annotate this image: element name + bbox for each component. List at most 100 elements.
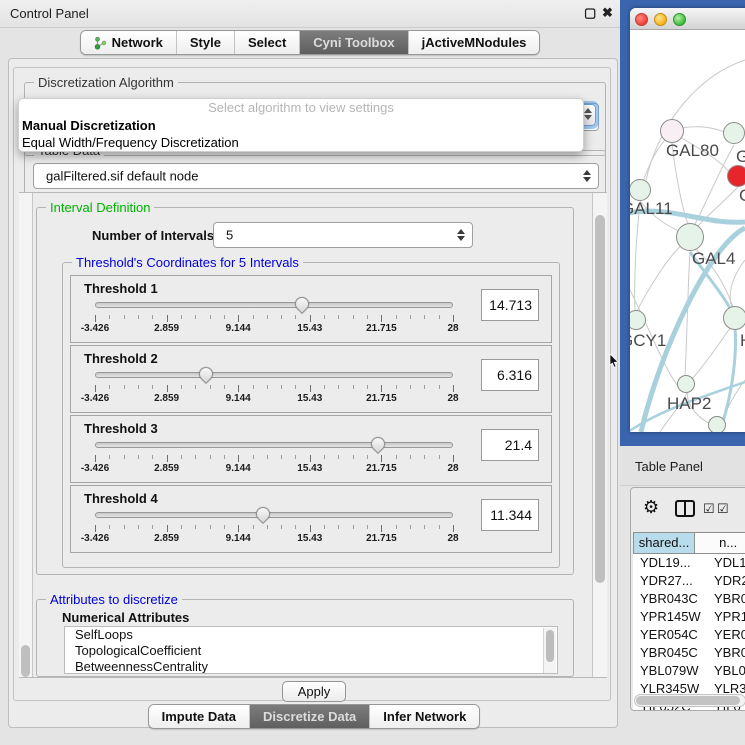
table-horizontal-scrollbar[interactable]: [634, 694, 745, 707]
split-table-icon[interactable]: [675, 500, 695, 517]
threshold-slider[interactable]: -3.4262.8599.14415.4321.71528: [95, 440, 453, 476]
tab-infer-network[interactable]: Infer Network: [370, 705, 479, 728]
node-label: GA: [736, 147, 745, 167]
tab-jactivemnodules[interactable]: jActiveMNodules: [409, 31, 540, 54]
network-node[interactable]: [723, 306, 745, 330]
slider-thumb[interactable]: [292, 294, 312, 314]
numerical-attributes-list[interactable]: SelfLoopsTopologicalCoefficientBetweenne…: [64, 626, 558, 674]
close-traffic-light-icon[interactable]: [635, 13, 648, 26]
threshold-slider[interactable]: -3.4262.8599.14415.4321.71528: [95, 370, 453, 406]
table-data-value: galFiltered.sif default node: [46, 169, 198, 184]
tick-label: -3.426: [81, 323, 109, 334]
tab-select[interactable]: Select: [235, 31, 300, 54]
table-row[interactable]: YER054CYER0: [633, 626, 745, 644]
left-scrollbar-thumb[interactable]: [21, 645, 30, 677]
list-item[interactable]: TopologicalCoefficient: [65, 643, 557, 659]
slider-thumb[interactable]: [253, 504, 273, 524]
table-rows: YDL19...YDL1YDR27...YDR2YBR043CYBR0YPR14…: [633, 554, 745, 710]
network-node[interactable]: [723, 122, 745, 144]
network-node[interactable]: [660, 119, 684, 143]
cell-shared-name: YDR27...: [633, 572, 708, 590]
tick-label: 9.144: [226, 323, 251, 334]
right-scrollbar-thumb[interactable]: [595, 215, 605, 583]
tab-label: Style: [190, 35, 221, 50]
threshold-value-field[interactable]: 14.713: [481, 289, 539, 321]
table-row[interactable]: YBR045CYBR0: [633, 644, 745, 662]
tab-network[interactable]: Network: [81, 31, 177, 54]
dropdown-hint: Select algorithm to view settings: [19, 99, 583, 117]
tab-impute-data[interactable]: Impute Data: [149, 705, 250, 728]
table-horizontal-scrollbar-thumb[interactable]: [636, 696, 740, 705]
column-header-shared-name[interactable]: shared...: [633, 532, 695, 554]
column-header-name[interactable]: n...: [695, 532, 745, 554]
cell-shared-name: YBR045C: [633, 644, 708, 662]
control-panel-body: Discretization Algorithm Select algorith…: [8, 58, 618, 728]
column-checkbox-icon[interactable]: ☑: [703, 501, 715, 517]
network-node[interactable]: [676, 223, 704, 251]
slider-track: [95, 442, 453, 448]
list-item[interactable]: SelfLoops: [65, 627, 557, 643]
threshold-panel-1: Threshold 1-3.4262.8599.14415.4321.71528…: [70, 275, 552, 343]
threshold-value-field[interactable]: 21.4: [481, 429, 539, 461]
table-row[interactable]: YDL19...YDL1: [633, 554, 745, 572]
float-window-icon[interactable]: ▢: [584, 5, 596, 21]
list-scrollbar[interactable]: [543, 628, 556, 674]
threshold-value-field[interactable]: 6.316: [481, 359, 539, 391]
table-row[interactable]: YPR145WYPR1: [633, 608, 745, 626]
table-row[interactable]: YBL079WYBL0: [633, 662, 745, 680]
network-canvas[interactable]: GAL80GACGAL11GAL4GCY1HHAP2: [630, 30, 745, 432]
tab-style[interactable]: Style: [177, 31, 235, 54]
tick-label: 28: [447, 533, 458, 544]
number-of-intervals-spinner[interactable]: 5: [213, 222, 473, 248]
screen: Control Panel ▢ ✖ Network Style SelectCyni…: [0, 0, 745, 745]
table-row[interactable]: YBR043CYBR0: [633, 590, 745, 608]
network-node[interactable]: [630, 179, 651, 201]
column-checkbox-icon[interactable]: ☑: [717, 501, 729, 517]
table-header-row: shared... n...: [633, 532, 745, 554]
table-panel: ⚙ ☑ ☑ shared... n... YDL19...YDL1YDR27..…: [630, 487, 745, 711]
minimize-traffic-light-icon[interactable]: [654, 13, 667, 26]
spinner-down-icon: [584, 115, 592, 120]
threshold-value-field[interactable]: 11.344: [481, 499, 539, 531]
slider-ticks: -3.4262.8599.14415.4321.71528: [95, 523, 453, 545]
close-icon[interactable]: ✖: [602, 5, 613, 21]
tick-label: 9.144: [226, 533, 251, 544]
slider-thumb[interactable]: [368, 434, 388, 454]
slider-ticks: -3.4262.8599.14415.4321.71528: [95, 453, 453, 475]
network-node[interactable]: [677, 375, 695, 393]
settings-gear-icon[interactable]: ⚙: [643, 497, 659, 518]
slider-thumb[interactable]: [196, 364, 216, 384]
cell-name: YBR0: [708, 590, 745, 608]
threshold-label: Threshold 4: [84, 491, 158, 506]
threshold-slider[interactable]: -3.4262.8599.14415.4321.71528: [95, 510, 453, 546]
threshold-slider[interactable]: -3.4262.8599.14415.4321.71528: [95, 300, 453, 336]
threshold-panel-3: Threshold 3-3.4262.8599.14415.4321.71528…: [70, 415, 552, 483]
network-node[interactable]: [708, 416, 726, 432]
network-window-titlebar[interactable]: [630, 8, 745, 30]
threshold-stack: Threshold 1-3.4262.8599.14415.4321.71528…: [70, 275, 552, 555]
table-data-combobox[interactable]: galFiltered.sif default node: [33, 163, 599, 189]
list-scrollbar-thumb[interactable]: [546, 630, 554, 662]
node-label: H: [740, 331, 745, 351]
network-node[interactable]: [727, 165, 745, 187]
tab-cyni-toolbox[interactable]: Cyni Toolbox: [300, 31, 408, 54]
tick-label: 9.144: [226, 393, 251, 404]
cell-shared-name: YPR145W: [633, 608, 708, 626]
tab-label: Network: [112, 35, 163, 50]
mouse-cursor: [609, 354, 621, 373]
number-of-intervals-label: Number of Intervals: [92, 228, 214, 243]
zoom-traffic-light-icon[interactable]: [673, 13, 686, 26]
tick-label: 2.859: [154, 533, 179, 544]
table-row[interactable]: YDR27...YDR2: [633, 572, 745, 590]
tab-discretize-data[interactable]: Discretize Data: [250, 705, 370, 728]
tick-label: 2.859: [154, 323, 179, 334]
cell-name: YDL1: [708, 554, 745, 572]
apply-button[interactable]: Apply: [282, 681, 346, 702]
dropdown-option-equal-width-frequency[interactable]: Equal Width/Frequency Discretization: [19, 134, 583, 151]
right-scrollbar[interactable]: [592, 193, 607, 677]
left-scrollbar[interactable]: [19, 193, 33, 677]
dropdown-option-manual-discretization[interactable]: Manual Discretization: [19, 117, 583, 134]
panel-title: Control Panel: [10, 6, 89, 21]
settings-scroll-area: Interval Definition Number of Intervals …: [19, 192, 607, 678]
list-item[interactable]: BetweennessCentrality: [65, 659, 557, 674]
